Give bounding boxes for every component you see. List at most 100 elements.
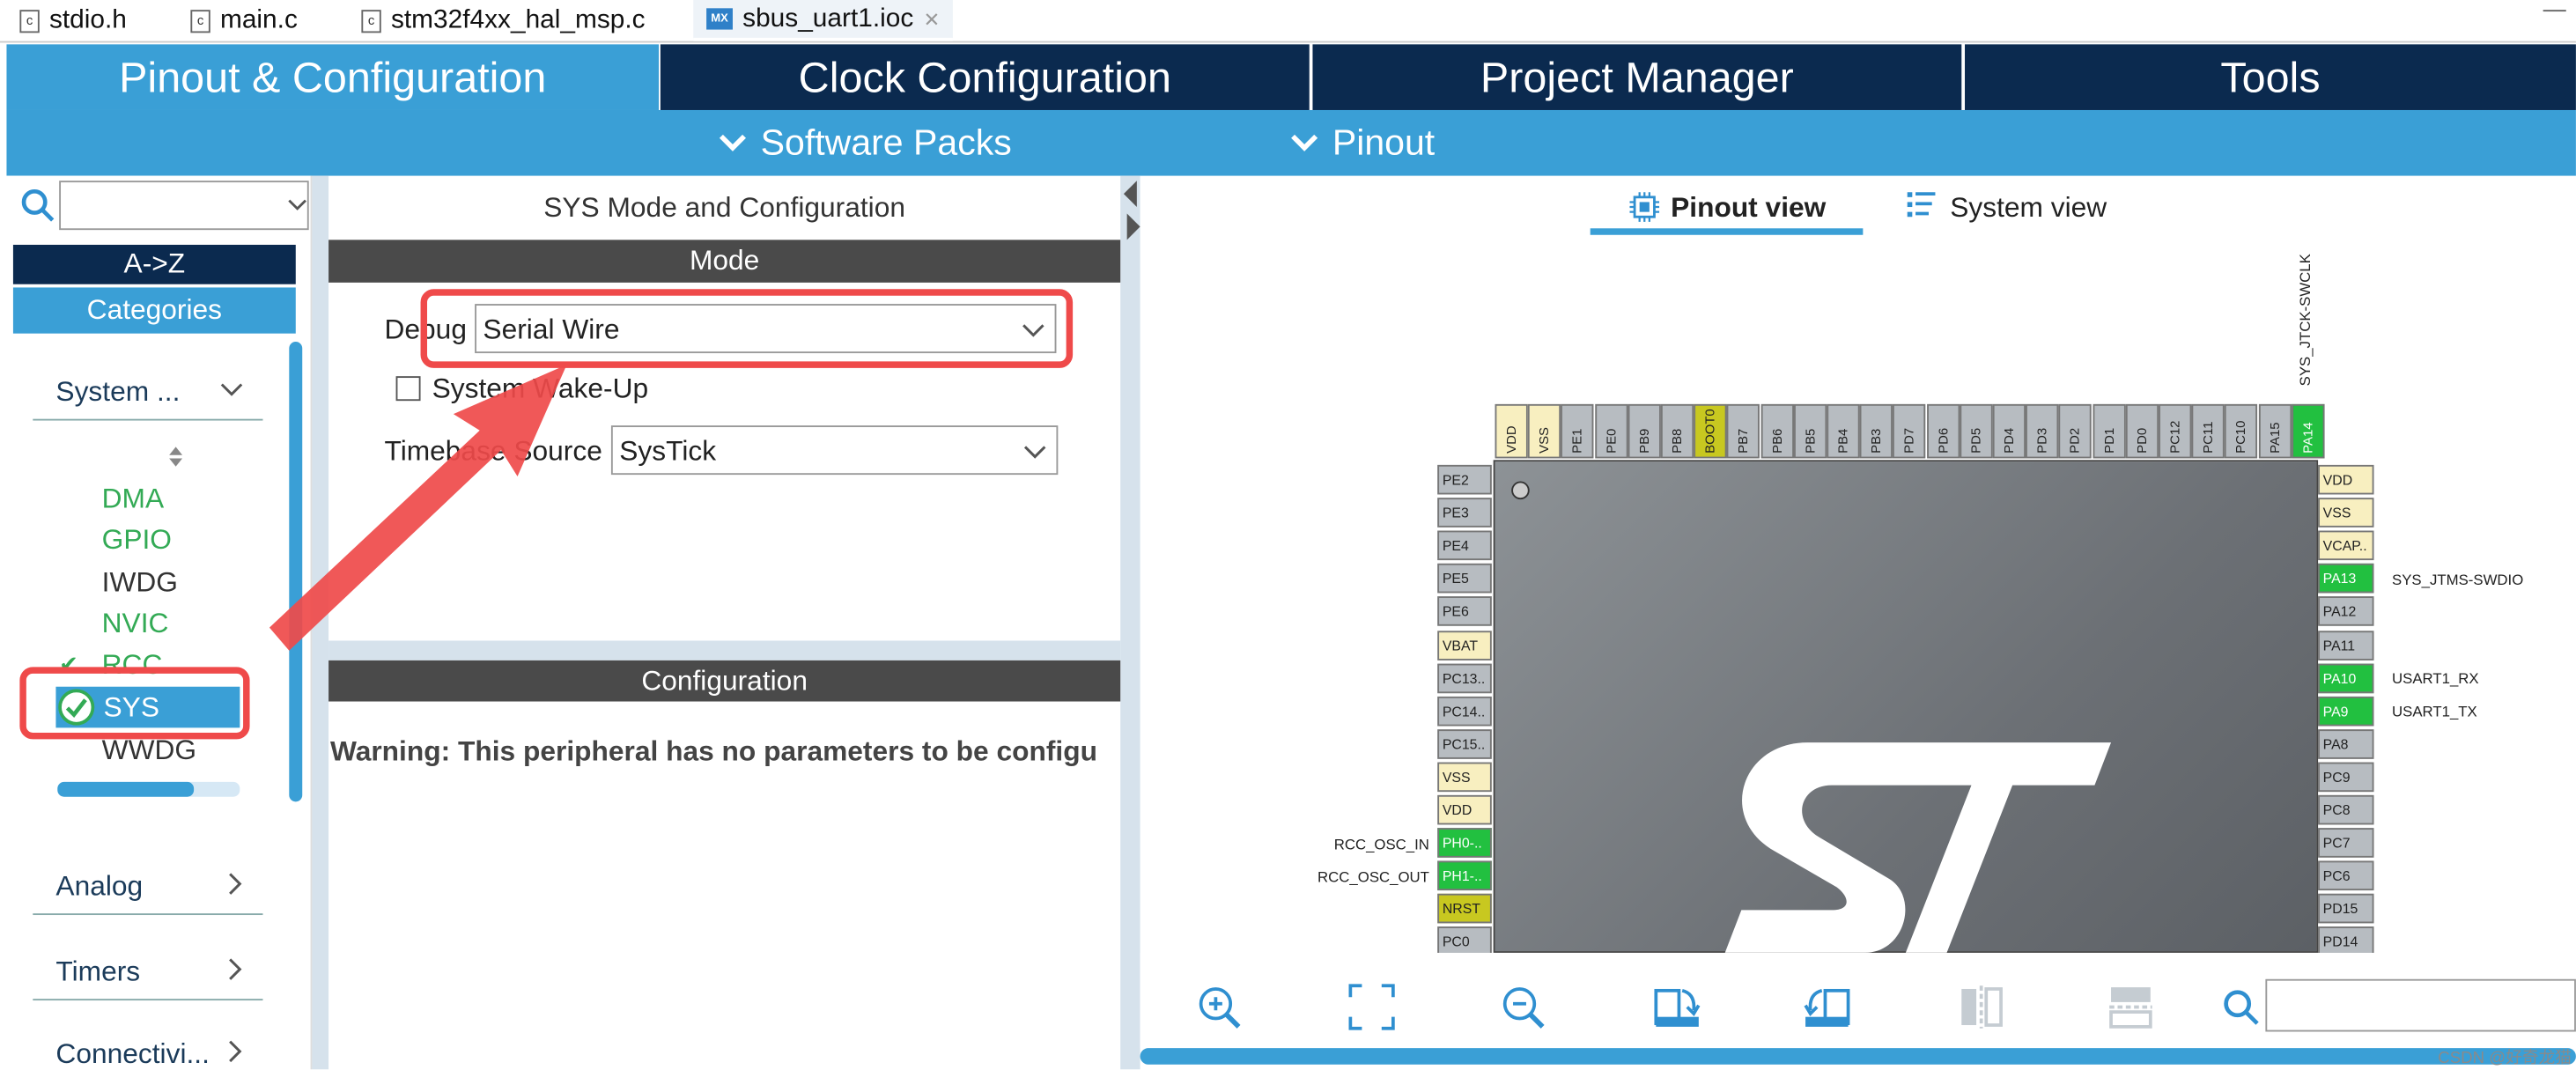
pin-pc14[interactable]: PC14.. xyxy=(1437,696,1492,726)
sort-az-button[interactable]: A->Z xyxy=(12,244,296,284)
group-connectivity[interactable]: Connectivi... xyxy=(33,1038,262,1069)
mirror-vertical-button[interactable] xyxy=(1953,979,2009,1035)
collapse-panel-icon[interactable] xyxy=(1123,181,1137,208)
editor-tab-ioc[interactable]: MX sbus_uart1.ioc ✕ xyxy=(693,0,954,41)
pin-pc13[interactable]: PC13.. xyxy=(1437,662,1492,693)
pin-pe0[interactable]: PE0 xyxy=(1594,403,1628,459)
pin-pe6[interactable]: PE6 xyxy=(1437,596,1492,627)
pin-pb6[interactable]: PB6 xyxy=(1760,403,1794,459)
group-system-core[interactable]: System ... xyxy=(33,376,263,421)
pin-pd4[interactable]: PD4 xyxy=(1992,403,2026,459)
fit-screen-button[interactable] xyxy=(1344,979,1399,1035)
pin-pc8[interactable]: PC8 xyxy=(2318,794,2374,825)
pin-pa9[interactable]: PA9 xyxy=(2318,696,2374,726)
pin-pe1[interactable]: PE1 xyxy=(1561,403,1595,459)
vertical-scrollbar[interactable] xyxy=(289,342,303,802)
tab-pinout-configuration[interactable]: Pinout & Configuration xyxy=(6,44,660,110)
pin-pa15[interactable]: PA15 xyxy=(2258,403,2292,459)
list-item-dma[interactable]: DMA xyxy=(102,483,164,515)
pin-pc12[interactable]: PC12 xyxy=(2159,403,2192,459)
tab-clock-configuration[interactable]: Clock Configuration xyxy=(660,44,1310,110)
pin-pd5[interactable]: PD5 xyxy=(1960,403,1993,459)
pin-pd0[interactable]: PD0 xyxy=(2125,403,2159,459)
pin-pc7[interactable]: PC7 xyxy=(2318,828,2374,858)
pin-pb3[interactable]: PB3 xyxy=(1859,403,1893,459)
debug-select[interactable]: Serial Wire xyxy=(475,304,1057,354)
pin-pa14[interactable]: PA14 xyxy=(2291,403,2325,459)
group-timers[interactable]: Timers xyxy=(33,956,263,1001)
minimize-icon[interactable] xyxy=(2543,10,2566,12)
list-item-iwdg[interactable]: IWDG xyxy=(102,567,178,600)
pin-pb9[interactable]: PB9 xyxy=(1628,403,1661,459)
pin-pa13[interactable]: PA13 xyxy=(2318,564,2374,594)
horizontal-scrollbar-thumb[interactable] xyxy=(57,781,195,797)
timebase-select[interactable]: SysTick xyxy=(610,425,1059,476)
tab-tools[interactable]: Tools xyxy=(1965,44,2576,110)
bottom-scrollbar[interactable] xyxy=(1140,1048,2576,1065)
zoom-in-button[interactable] xyxy=(1191,979,1246,1035)
tab-system-view[interactable]: System view xyxy=(1950,192,2107,225)
categories-button[interactable]: Categories xyxy=(12,287,296,334)
pin-pe4[interactable]: PE4 xyxy=(1437,530,1492,561)
rotate-right-button[interactable] xyxy=(1648,979,1703,1035)
wakeup-checkbox[interactable] xyxy=(395,376,421,402)
tab-project-manager[interactable]: Project Manager xyxy=(1312,44,1962,110)
pin-pc9[interactable]: PC9 xyxy=(2318,762,2374,792)
pin-pb7[interactable]: PB7 xyxy=(1727,403,1760,459)
collapse-panel-icon[interactable] xyxy=(1126,213,1140,240)
pin-pd7[interactable]: PD7 xyxy=(1893,403,1926,459)
editor-tab-main[interactable]: c main.c xyxy=(190,0,298,41)
tab-pinout-view[interactable]: Pinout view xyxy=(1671,192,1826,225)
pin-pa10[interactable]: PA10 xyxy=(2318,662,2374,693)
pin-vdd[interactable]: VDD xyxy=(1495,403,1528,459)
pin-vss[interactable]: VSS xyxy=(1437,762,1492,792)
pin-nrst[interactable]: NRST xyxy=(1437,894,1492,924)
pin-pc6[interactable]: PC6 xyxy=(2318,860,2374,891)
pin-vss[interactable]: VSS xyxy=(1528,403,1561,459)
list-item-nvic[interactable]: NVIC xyxy=(102,608,169,640)
pin-pd15[interactable]: PD15 xyxy=(2318,894,2374,924)
pin-pd2[interactable]: PD2 xyxy=(2059,403,2093,459)
pin-pc10[interactable]: PC10 xyxy=(2225,403,2258,459)
pin-pc11[interactable]: PC11 xyxy=(2191,403,2225,459)
pin-vdd[interactable]: VDD xyxy=(1437,794,1492,825)
sort-arrows-icon[interactable] xyxy=(166,444,185,470)
software-packs-menu[interactable]: Software Packs xyxy=(718,122,1012,165)
close-icon[interactable]: ✕ xyxy=(923,7,940,30)
pin-boot0[interactable]: BOOT0 xyxy=(1694,403,1727,459)
pin-pa12[interactable]: PA12 xyxy=(2318,596,2374,627)
pin-pe5[interactable]: PE5 xyxy=(1437,564,1492,594)
editor-tab-stdio[interactable]: c stdio.h xyxy=(19,0,127,41)
pin-vss[interactable]: VSS xyxy=(2318,498,2374,528)
pin-pd1[interactable]: PD1 xyxy=(2092,403,2126,459)
pin-vdd[interactable]: VDD xyxy=(2318,464,2374,495)
panel-splitter[interactable] xyxy=(328,640,1121,660)
list-item-wwdg[interactable]: WWDG xyxy=(102,734,196,767)
search-input[interactable] xyxy=(59,181,309,231)
pin-pd3[interactable]: PD3 xyxy=(2026,403,2059,459)
pin-pb4[interactable]: PB4 xyxy=(1827,403,1860,459)
chevron-down-icon[interactable] xyxy=(287,197,306,214)
pin-search-input[interactable] xyxy=(2265,978,2576,1032)
zoom-out-button[interactable] xyxy=(1495,979,1551,1035)
pin-pa11[interactable]: PA11 xyxy=(2318,630,2374,660)
list-item-rcc[interactable]: RCC xyxy=(102,649,163,682)
list-item-gpio[interactable]: GPIO xyxy=(102,524,172,557)
pin-pa8[interactable]: PA8 xyxy=(2318,728,2374,759)
pin-ph1[interactable]: PH1-.. xyxy=(1437,860,1492,891)
pin-pb8[interactable]: PB8 xyxy=(1660,403,1694,459)
mirror-horizontal-button[interactable] xyxy=(2103,979,2159,1035)
list-item-sys[interactable]: SYS xyxy=(104,691,159,724)
pin-pc15[interactable]: PC15.. xyxy=(1437,728,1492,759)
group-analog[interactable]: Analog xyxy=(33,871,263,916)
pin-ph0[interactable]: PH0-.. xyxy=(1437,828,1492,858)
pin-pe3[interactable]: PE3 xyxy=(1437,498,1492,528)
pinout-menu[interactable]: Pinout xyxy=(1289,122,1435,165)
editor-tab-hal-msp[interactable]: c stm32f4xx_hal_msp.c xyxy=(361,0,646,41)
pin-pb5[interactable]: PB5 xyxy=(1793,403,1827,459)
pin-vbat[interactable]: VBAT xyxy=(1437,630,1492,660)
rotate-left-button[interactable] xyxy=(1800,979,1856,1035)
pin-pd6[interactable]: PD6 xyxy=(1926,403,1960,459)
pin-pe2[interactable]: PE2 xyxy=(1437,464,1492,495)
pin-vcap[interactable]: VCAP.. xyxy=(2318,530,2374,561)
